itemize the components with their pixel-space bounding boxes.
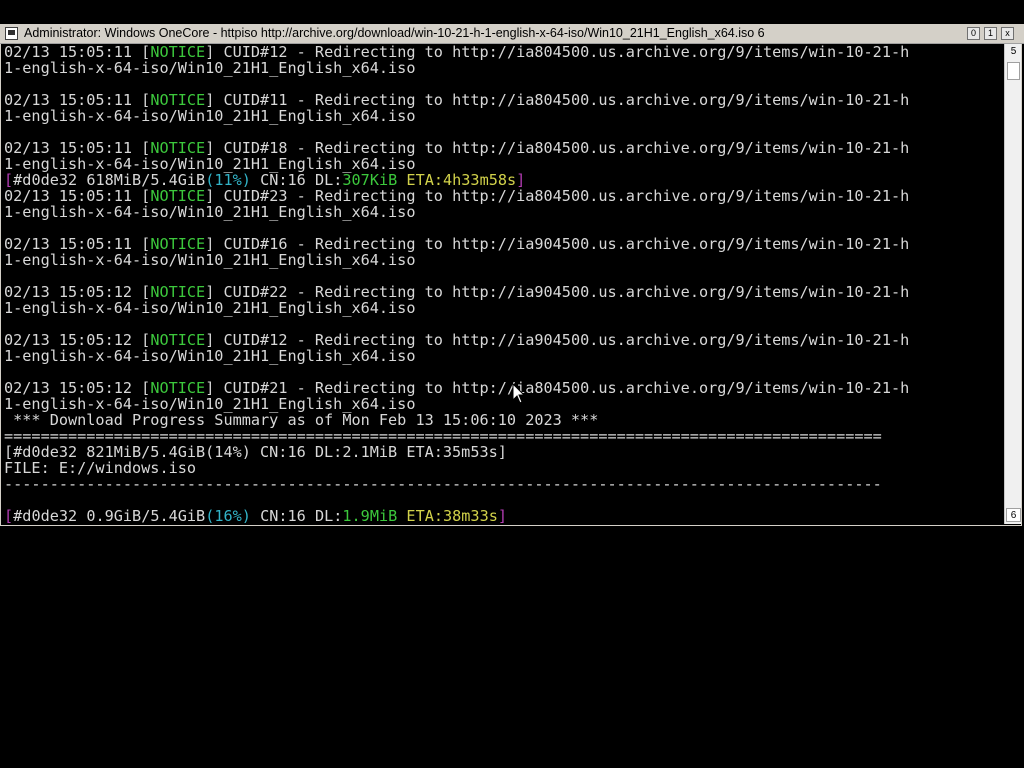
console-line: 02/13 15:05:12 [NOTICE] CUID#12 - Redire… [4, 331, 910, 349]
console-line: 02/13 15:05:12 [NOTICE] CUID#22 - Redire… [4, 283, 910, 301]
progress-percent: (16%) [205, 507, 251, 524]
console-line: [#d0de32 618MiB/5.4GiB(11%) CN:16 DL:307… [4, 172, 1002, 188]
console-output[interactable]: 02/13 15:05:11 [NOTICE] CUID#12 - Redire… [4, 44, 1002, 524]
progress-eta: ETA:38m33s [406, 507, 498, 524]
console-line: 02/13 15:05:11 [NOTICE] CUID#11 - Redire… [4, 91, 910, 109]
console-line: 1-english-x-64-iso/Win10_21H1_English_x6… [4, 60, 1002, 76]
progress-bracket-open: [ [4, 507, 14, 524]
scrollbar-thumb[interactable] [1007, 62, 1020, 80]
console-line: 1-english-x-64-iso/Win10_21H1_English_x6… [4, 204, 1002, 220]
close-button[interactable]: x [1001, 27, 1014, 40]
progress-size: 0.9GiB/5.4GiB [86, 507, 206, 524]
console-line: 1-english-x-64-iso/Win10_21H1_English_x6… [4, 300, 1002, 316]
progress-bracket-close: ] [497, 507, 508, 524]
progress-gid: #d0de32 [13, 507, 78, 524]
console-line: 02/13 15:05:11 [NOTICE] CUID#18 - Redire… [4, 139, 910, 157]
console-line: 02/13 15:05:12 [NOTICE] CUID#21 - Redire… [4, 379, 910, 397]
scroll-up-button[interactable]: 5 [1006, 44, 1021, 60]
vertical-scrollbar[interactable]: 5 6 [1004, 44, 1021, 524]
console-app-icon[interactable] [5, 27, 18, 40]
title-bar[interactable]: Administrator: Windows OneCore - httpiso… [0, 24, 1024, 44]
console-line: 02/13 15:05:11 [NOTICE] CUID#23 - Redire… [4, 187, 910, 205]
console-text: ----------------------------------------… [4, 475, 882, 493]
console-text: 1-english-x-64-iso/Win10_21H1_English_x6… [4, 251, 416, 269]
console-line: [#d0de32 821MiB/5.4GiB(14%) CN:16 DL:2.1… [4, 444, 1002, 460]
console-line: ========================================… [4, 428, 1002, 444]
console-line: 1-english-x-64-iso/Win10_21H1_English_x6… [4, 252, 1002, 268]
console-line: *** Download Progress Summary as of Mon … [4, 412, 1002, 428]
mouse-pointer-icon [512, 383, 526, 404]
maximize-button[interactable]: 1 [984, 27, 997, 40]
scroll-down-button[interactable]: 6 [1006, 508, 1021, 522]
console-line: 1-english-x-64-iso/Win10_21H1_English_x6… [4, 156, 1002, 172]
progress-connections: CN:16 [260, 507, 306, 524]
console-line: 02/13 15:05:11 [NOTICE] CUID#16 - Redire… [4, 235, 910, 253]
console-text: 1-english-x-64-iso/Win10_21H1_English_x6… [4, 203, 416, 221]
console-line: 1-english-x-64-iso/Win10_21H1_English_x6… [4, 108, 1002, 124]
console-text: 1-english-x-64-iso/Win10_21H1_English_x6… [4, 107, 416, 125]
progress-download-speed: 1.9MiB [342, 507, 398, 524]
console-line: ----------------------------------------… [4, 476, 1002, 492]
console-line: FILE: E://windows.iso [4, 460, 1002, 476]
minimize-button[interactable]: 0 [967, 27, 980, 40]
console-text: 1-english-x-64-iso/Win10_21H1_English_x6… [4, 347, 416, 365]
console-line: 1-english-x-64-iso/Win10_21H1_English_x6… [4, 396, 1002, 412]
window-title: Administrator: Windows OneCore - httpiso… [24, 26, 765, 40]
console-line: [#d0de32 0.9GiB/5.4GiB(16%) CN:16 DL:1.9… [4, 508, 1002, 524]
console-line: 02/13 15:05:11 [NOTICE] CUID#12 - Redire… [4, 44, 910, 61]
progress-dl-label: DL: [314, 507, 343, 524]
console-text: 1-english-x-64-iso/Win10_21H1_English_x6… [4, 299, 416, 317]
console-line: 1-english-x-64-iso/Win10_21H1_English_x6… [4, 348, 1002, 364]
console-text: 1-english-x-64-iso/Win10_21H1_English_x6… [4, 59, 416, 77]
